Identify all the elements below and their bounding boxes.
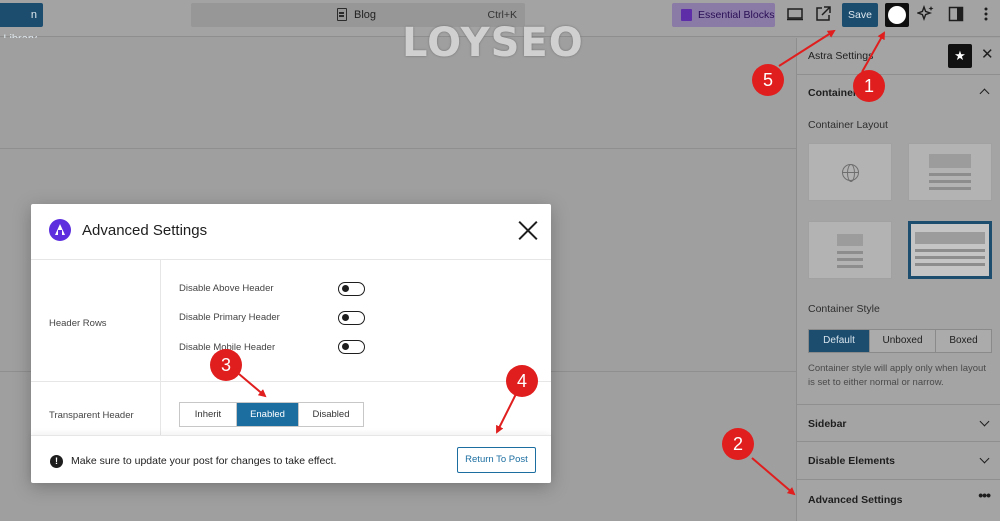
astra-logo-icon <box>888 6 906 24</box>
container-style-selector: Default Unboxed Boxed <box>808 329 992 353</box>
disable-above-header-label: Disable Above Header <box>179 283 274 294</box>
layout-option-default[interactable] <box>808 143 892 201</box>
transparent-option-inherit[interactable]: Inherit <box>180 403 237 426</box>
container-section: Container Container Layout Container Sty… <box>797 74 1000 404</box>
astra-settings-sidebar: Astra Settings ★ ✕ Container Container L… <box>796 38 1000 521</box>
essential-blocks-label: Essential Blocks <box>698 9 775 21</box>
globe-icon <box>842 164 859 182</box>
close-icon[interactable]: ✕ <box>981 47 994 62</box>
view-post-icon[interactable] <box>814 5 832 23</box>
modal-footer: ! Make sure to update your post for chan… <box>31 435 551 483</box>
container-section-label[interactable]: Container <box>808 87 857 99</box>
sidebar-section-advanced-settings[interactable]: Advanced Settings ••• <box>797 479 1000 521</box>
modal-title: Advanced Settings <box>82 222 208 239</box>
disable-mobile-header-toggle[interactable] <box>338 340 365 354</box>
transparent-option-enabled[interactable]: Enabled <box>237 403 299 426</box>
annotation-badge-4: 4 <box>506 365 538 397</box>
container-style-help-1: Container style will apply only when lay… <box>808 363 986 374</box>
modal-body: Header Rows Disable Above Header Disable… <box>31 260 551 435</box>
design-library-button[interactable]: n Library <box>0 3 43 45</box>
style-option-default[interactable]: Default <box>809 330 870 352</box>
layout-preview-block <box>929 154 971 168</box>
sidebar-toggle-icon[interactable] <box>947 5 965 23</box>
layout-option-full-width[interactable] <box>908 221 992 279</box>
layout-preview-line <box>915 249 985 252</box>
advanced-settings-modal: Advanced Settings Header Rows Disable Ab… <box>31 204 551 483</box>
layout-option-normal[interactable] <box>908 143 992 201</box>
return-to-post-button[interactable]: Return To Post <box>457 447 536 473</box>
layout-preview-line <box>837 251 863 254</box>
annotation-badge-5: 5 <box>752 64 784 96</box>
layout-preview-line <box>837 265 863 268</box>
star-icon[interactable]: ★ <box>948 44 972 68</box>
save-button[interactable]: Save <box>842 3 878 27</box>
style-option-boxed[interactable]: Boxed <box>936 330 991 352</box>
chevron-down-icon[interactable] <box>979 453 990 464</box>
sidebar-section-disable-elements[interactable]: Disable Elements <box>797 441 1000 479</box>
layout-preview-block <box>837 234 863 246</box>
chevron-up-icon[interactable] <box>979 88 990 99</box>
toggle-knob <box>341 343 349 350</box>
transparent-option-disabled[interactable]: Disabled <box>299 403 363 426</box>
more-options-icon[interactable]: ••• <box>978 487 991 503</box>
style-option-unboxed[interactable]: Unboxed <box>870 330 936 352</box>
disable-above-header-toggle[interactable] <box>338 282 365 296</box>
update-notice: Make sure to update your post for change… <box>71 455 337 467</box>
row-divider <box>31 381 551 382</box>
layout-preview-line <box>929 187 971 190</box>
more-options-icon[interactable] <box>977 5 995 23</box>
essential-blocks-button[interactable]: Essential Blocks <box>672 3 775 27</box>
layout-preview-line <box>915 263 985 266</box>
layout-preview-line <box>837 258 863 261</box>
desktop-preview-icon[interactable] <box>786 5 804 23</box>
sidebar-title: Astra Settings <box>808 50 874 62</box>
essential-blocks-icon <box>681 9 692 21</box>
layout-preview-line <box>929 180 971 183</box>
annotation-badge-1: 1 <box>853 70 885 102</box>
header-rows-label: Header Rows <box>49 318 107 329</box>
advanced-settings-label: Advanced Settings <box>808 494 903 506</box>
disable-primary-header-label: Disable Primary Header <box>179 312 280 323</box>
close-icon[interactable] <box>517 220 539 242</box>
layout-preview-line <box>929 173 971 176</box>
canvas-divider <box>0 148 796 149</box>
disable-primary-header-toggle[interactable] <box>338 311 365 325</box>
chevron-down-icon[interactable] <box>979 416 990 427</box>
sidebar-section-label: Sidebar <box>808 418 847 430</box>
disable-elements-label: Disable Elements <box>808 455 895 467</box>
transparent-header-selector: Inherit Enabled Disabled <box>179 402 364 427</box>
astra-logo-icon <box>49 219 71 241</box>
transparent-header-label: Transparent Header <box>49 410 134 421</box>
sidebar-section-sidebar[interactable]: Sidebar <box>797 404 1000 441</box>
container-style-help-2: is set to either normal or narrow. <box>808 377 944 388</box>
container-style-label: Container Style <box>808 303 880 315</box>
loyseo-watermark: LOYSEO <box>402 20 584 66</box>
container-layout-label: Container Layout <box>808 119 888 131</box>
sparkle-icon[interactable] <box>917 5 935 23</box>
document-icon <box>337 8 347 21</box>
astra-settings-toggle[interactable] <box>885 3 909 27</box>
modal-header: Advanced Settings <box>31 204 551 260</box>
sidebar-header: Astra Settings ★ ✕ <box>797 38 1000 74</box>
command-bar-title: Blog <box>354 9 377 21</box>
layout-preview-block <box>915 232 985 244</box>
annotation-badge-2: 2 <box>722 428 754 460</box>
toggle-knob <box>341 285 349 292</box>
toggle-knob <box>341 314 349 321</box>
layout-preview-line <box>915 256 985 259</box>
info-icon: ! <box>50 455 63 468</box>
layout-option-narrow[interactable] <box>808 221 892 279</box>
column-divider <box>160 260 161 435</box>
annotation-badge-3: 3 <box>210 349 242 381</box>
